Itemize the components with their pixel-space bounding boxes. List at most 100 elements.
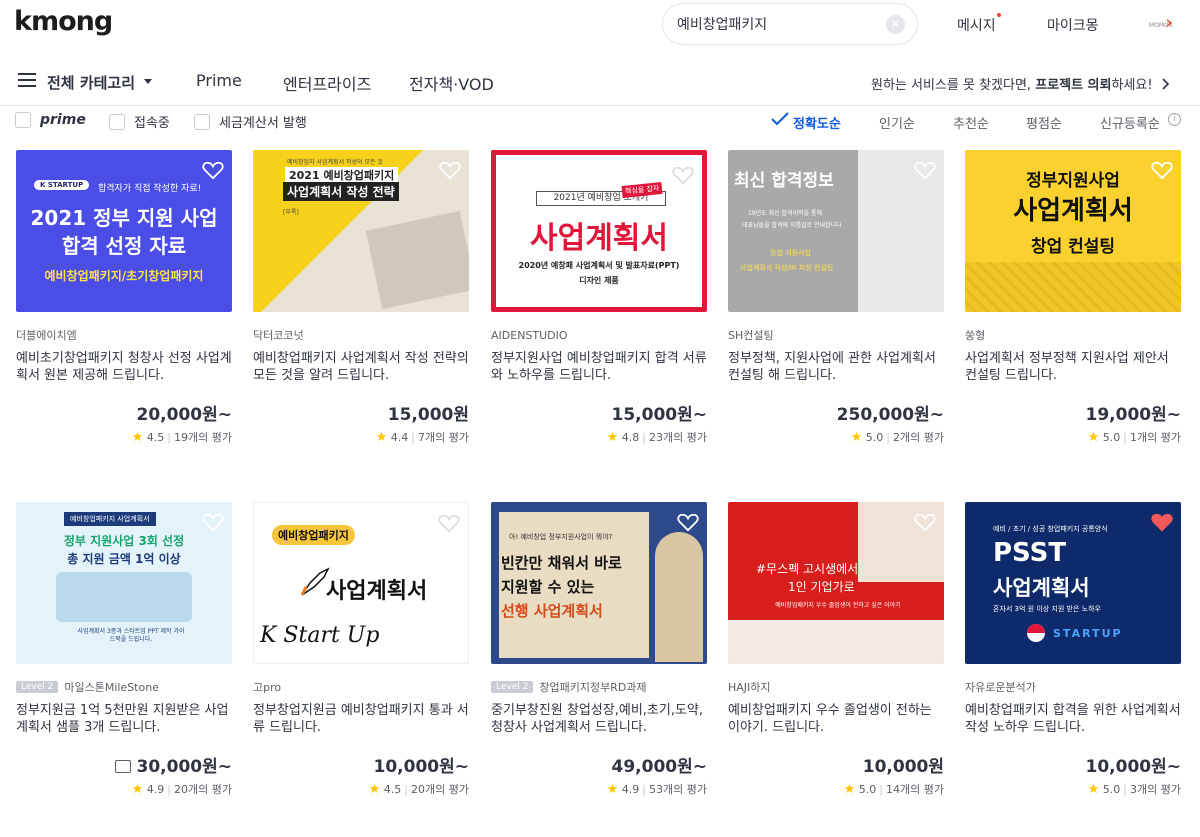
seller-name[interactable]: SH컨설팅	[728, 327, 944, 343]
review-count: 3개의 평가	[1130, 783, 1181, 796]
thumbnail[interactable]: 아! 예비창업 정부지원사업이 뭐야? 빈칸만 채워서 바로 지원할 수 있는 …	[491, 502, 707, 664]
service-card[interactable]: K STARTUP 합격자가 직접 작성한 자료! 2021 정부 지원 사업 …	[16, 150, 232, 445]
heart-filled-icon[interactable]	[1151, 512, 1173, 532]
all-category-button[interactable]: 전체 카테고리	[47, 72, 135, 93]
checkbox[interactable]	[109, 113, 125, 130]
rating-value: 5.0	[865, 431, 884, 444]
card-title[interactable]: 예비초기창업패키지 청창사 선정 사업계획서 원본 제공해 드립니다.	[16, 350, 232, 384]
card-title[interactable]: 예비창업패키지 우수 졸업생이 전하는 이야기. 드립니다.	[728, 702, 944, 736]
menu-icon[interactable]	[18, 73, 36, 87]
price: 49,000원~	[611, 757, 708, 777]
search-input[interactable]	[677, 16, 877, 32]
thumbnail[interactable]: 2021년 예비창업 보개기 핵심을 잡자 사업계획서 2020년 예창패 사업…	[491, 150, 707, 312]
filter-online[interactable]: 접속중	[109, 112, 170, 131]
rating: ★ 4.4 | 7개의 평가	[375, 430, 469, 445]
service-card[interactable]: 정부지원사업 사업계획서 창업 컨설팅 쑹형 사업계획서 정부정책 지원사업 제…	[965, 150, 1181, 445]
thumb-main-text: 총 지원 금액 1억 이상	[67, 552, 181, 566]
seller-name[interactable]: Level 2 마일스톤MileStone	[16, 679, 232, 695]
sort-popular[interactable]: 인기순	[879, 113, 915, 132]
sort-accuracy[interactable]: 정확도순	[793, 113, 841, 132]
heart-icon[interactable]	[202, 512, 224, 532]
service-card[interactable]: #무스펙 고시생에서 1인 기업가로 예비창업패키지 우수 졸업생이 전하고 싶…	[728, 502, 944, 797]
heart-icon[interactable]	[1151, 160, 1173, 180]
nav-prime[interactable]: Prime	[196, 71, 242, 90]
character-illustration	[655, 532, 703, 662]
thumbnail[interactable]: 예비창업패키지 사업계획서 K Start Up	[253, 502, 469, 664]
nav-ebook-vod[interactable]: 전자책·VOD	[409, 71, 494, 95]
nav-enterprise[interactable]: 엔터프라이즈	[283, 71, 371, 95]
seller-name[interactable]: AIDENSTUDIO	[491, 327, 707, 343]
avatar[interactable]: MOMOS	[1146, 9, 1176, 39]
sort-newest[interactable]: 신규등록순	[1100, 113, 1160, 132]
card-title[interactable]: 예비창업패키지 합격을 위한 사업계획서 작성 노하우 드립니다.	[965, 702, 1181, 736]
rating: ★ 4.5 | 20개의 평가	[368, 782, 469, 797]
review-count: 23개의 평가	[649, 431, 707, 444]
filter-tax-invoice[interactable]: 세금계산서 발행	[194, 112, 307, 131]
seller-name[interactable]: 자유로운분석가	[965, 679, 1181, 695]
level-badge: Level 2	[16, 681, 59, 693]
card-title[interactable]: 정부지원금 1억 5천만원 지원받은 사업계획서 샘플 3개 드립니다.	[16, 702, 232, 736]
card-title[interactable]: 사업계획서 정부정책 지원사업 제안서 컨설팅 드립니다.	[965, 350, 1181, 384]
card-title[interactable]: 정부지원사업 예비창업패키지 합격 서류와 노하우를 드립니다.	[491, 350, 707, 384]
thumbnail[interactable]: #무스펙 고시생에서 1인 기업가로 예비창업패키지 우수 졸업생이 전하고 싶…	[728, 502, 944, 664]
coupon-icon	[114, 760, 131, 773]
seller-name[interactable]: 쑹형	[965, 327, 1181, 343]
card-title[interactable]: 예비창업패키지 사업계획서 작성 전략의 모든 것을 알려 드립니다.	[253, 350, 469, 384]
seller-name[interactable]: Level 2 창업패키지정부RD과제	[491, 679, 707, 695]
heart-icon[interactable]	[438, 513, 460, 533]
rating: ★ 4.9 | 20개의 평가	[131, 782, 232, 797]
service-card[interactable]: 아! 예비창업 정부지원사업이 뭐야? 빈칸만 채워서 바로 지원할 수 있는 …	[491, 502, 707, 797]
thumbnail[interactable]: 최신 합격정보 19년도 최신 합격이력을 통해 대표님들을 합격에 지름길로 …	[728, 150, 944, 312]
thumb-main-text: 사업계획서 작성 전략	[283, 182, 399, 201]
heart-icon[interactable]	[672, 165, 694, 185]
sort-recommended[interactable]: 추천순	[953, 113, 989, 132]
heart-icon[interactable]	[914, 160, 936, 180]
service-card[interactable]: 최신 합격정보 19년도 최신 합격이력을 통해 대표님들을 합격에 지름길로 …	[728, 150, 944, 445]
thumbnail[interactable]: 정부지원사업 사업계획서 창업 컨설팅	[965, 150, 1181, 312]
review-count: 20개의 평가	[174, 783, 232, 796]
thumb-main-text: 합격 선정 자료	[61, 234, 187, 258]
checkbox[interactable]	[194, 113, 210, 130]
seller-name[interactable]: 더블에이치엠	[16, 327, 232, 343]
thumb-sub-text: 창업 지원사업	[770, 249, 811, 257]
heart-icon[interactable]	[914, 512, 936, 532]
heart-icon[interactable]	[677, 512, 699, 532]
thumbnail[interactable]: 예비창업자 사업계획서 작성의 모든 것 2021 예비창업패키지 사업계획서 …	[253, 150, 469, 312]
heart-icon[interactable]	[202, 160, 224, 180]
heart-icon[interactable]	[439, 160, 461, 180]
project-request-link[interactable]: 원하는 서비스를 못 찾겠다면, 프로젝트 의뢰하세요!	[871, 74, 1171, 93]
price: 20,000원~	[136, 405, 233, 425]
service-card[interactable]: 예비창업패키지 사업계획서 정부 지원사업 3회 선정 총 지원 금액 1억 이…	[16, 502, 232, 797]
service-card[interactable]: 예비창업자 사업계획서 작성의 모든 것 2021 예비창업패키지 사업계획서 …	[253, 150, 469, 445]
messages-link[interactable]: 메시지	[957, 15, 996, 35]
card-title[interactable]: 정부정책, 지원사업에 관한 사업계획서 컨설팅 해 드립니다.	[728, 350, 944, 384]
seller-name[interactable]: HAJI하지	[728, 679, 944, 695]
service-card[interactable]: 예비창업패키지 사업계획서 K Start Up 고pro 정부창업지원금 예비…	[253, 502, 469, 797]
thumb-top-text: 정부지원사업	[1026, 171, 1120, 191]
thumbnail[interactable]: 예비 / 초기 / 성공 창업패키지 공통양식 PSST 사업계획서 혼자서 3…	[965, 502, 1181, 664]
kmong-logo[interactable]: kmong	[14, 6, 113, 37]
my-kmong-link[interactable]: 마이크몽	[1047, 15, 1099, 35]
rating: ★ 4.5 | 19개의 평가	[131, 430, 232, 445]
rating: ★ 5.0 | 14개의 평가	[843, 782, 944, 797]
card-title[interactable]: 정부창업지원금 예비창업패키지 통과 서류 드립니다.	[253, 702, 469, 736]
info-icon[interactable]: i	[1168, 113, 1181, 126]
search-bar[interactable]: ✕	[662, 3, 918, 45]
seller-name[interactable]: 닥터코코넛	[253, 327, 469, 343]
service-card[interactable]: 2021년 예비창업 보개기 핵심을 잡자 사업계획서 2020년 예창패 사업…	[491, 150, 707, 445]
seller-name[interactable]: 고pro	[253, 679, 469, 695]
thumb-main-text: 1인 기업가로	[788, 580, 855, 594]
checkbox[interactable]	[15, 112, 31, 128]
review-count: 53개의 평가	[649, 783, 707, 796]
service-card[interactable]: 예비 / 초기 / 성공 창업패키지 공통양식 PSST 사업계획서 혼자서 3…	[965, 502, 1181, 797]
chevron-down-icon[interactable]	[144, 79, 152, 84]
clear-search-icon[interactable]: ✕	[886, 15, 905, 34]
thumbnail[interactable]: 예비창업패키지 사업계획서 정부 지원사업 3회 선정 총 지원 금액 1억 이…	[16, 502, 232, 664]
chevron-right-icon	[1162, 78, 1169, 90]
filter-prime[interactable]: prime	[15, 112, 86, 128]
thumb-badge-text: 사업계획서 작성/IR 피칭 컨설팅	[740, 264, 834, 272]
thumb-main-text: 사업계획서	[530, 221, 668, 256]
thumbnail[interactable]: K STARTUP 합격자가 직접 작성한 자료! 2021 정부 지원 사업 …	[16, 150, 232, 312]
sort-rating[interactable]: 평점순	[1026, 113, 1062, 132]
card-title[interactable]: 중기부창진원 창업성장,예비,초기,도약,청창사 사업계획서 드립니다.	[491, 702, 707, 736]
